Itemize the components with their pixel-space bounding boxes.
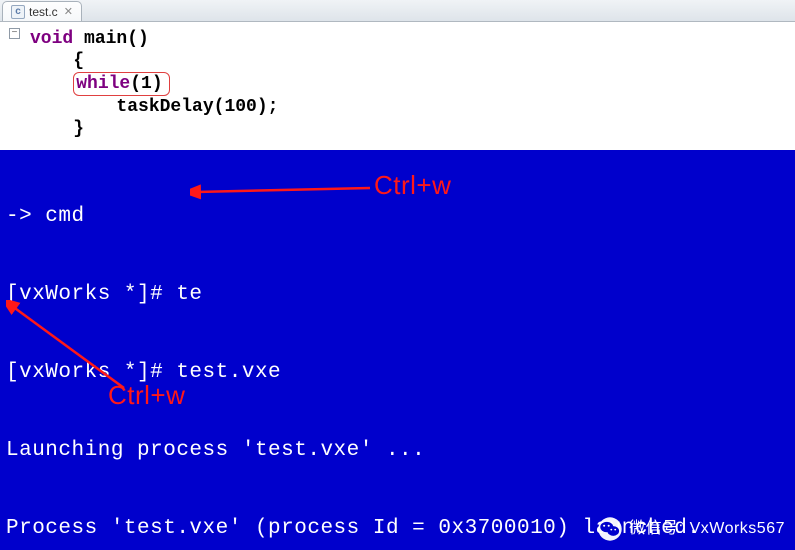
function-name: main: [84, 29, 127, 49]
close-icon[interactable]: ✕: [64, 5, 73, 18]
fold-toggle-icon[interactable]: −: [9, 28, 20, 39]
code-line-1: void main(): [0, 28, 795, 50]
watermark-label: 微信号:: [629, 516, 683, 542]
tab-bar: c test.c ✕: [0, 0, 795, 22]
tab-filename: test.c: [29, 5, 58, 19]
c-file-icon: c: [11, 5, 25, 19]
while-highlight: while(1): [73, 72, 169, 96]
watermark: 微信号: VxWorks567: [597, 516, 785, 542]
term-line-3: [vxWorks *]# test.vxe: [6, 360, 789, 386]
code-line-5: }: [0, 118, 795, 140]
term-line-4: Launching process 'test.vxe' ...: [6, 438, 789, 464]
term-line-1: -> cmd: [6, 204, 789, 230]
file-tab[interactable]: c test.c ✕: [2, 1, 82, 21]
keyword-void: void: [30, 29, 73, 49]
term-line-2: [vxWorks *]# te: [6, 282, 789, 308]
wechat-icon: [597, 516, 623, 542]
annotation-ctrlw-1: Ctrl+w: [374, 172, 451, 198]
keyword-while: while: [76, 74, 130, 94]
terminal[interactable]: -> cmd [vxWorks *]# te [vxWorks *]# test…: [0, 150, 795, 550]
code-line-3: while(1): [0, 72, 795, 96]
fn-call: taskDelay: [116, 97, 213, 117]
code-editor[interactable]: − void main() { while(1) taskDelay(100);…: [0, 22, 795, 150]
watermark-value: VxWorks567: [690, 516, 785, 542]
code-line-2: {: [0, 50, 795, 72]
code-line-4: taskDelay(100);: [0, 96, 795, 118]
